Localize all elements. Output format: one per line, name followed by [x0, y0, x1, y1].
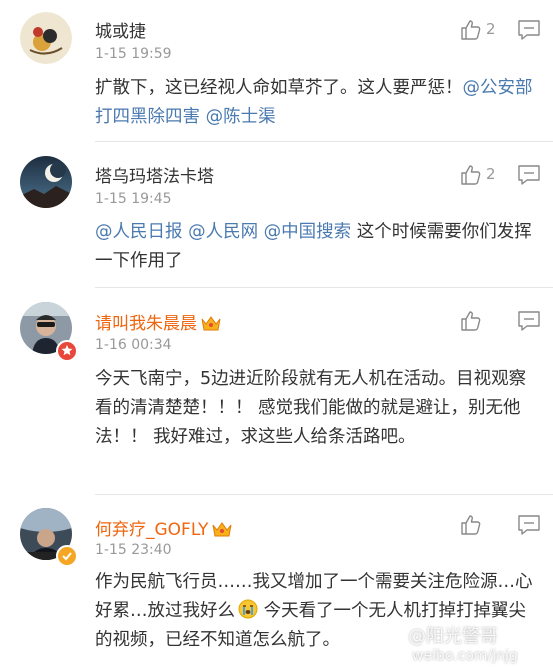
comment-time: 1-16 00:34 — [95, 337, 172, 353]
comment-time: 1-15 19:45 — [95, 191, 172, 207]
comment-time: 1-15 23:40 — [95, 542, 172, 558]
like-icon[interactable] — [459, 163, 483, 187]
like-icon[interactable] — [459, 18, 483, 42]
mention-link[interactable]: @陈士渠 — [206, 107, 276, 127]
avatar[interactable] — [20, 12, 72, 64]
watermark-url: weibo.com/jnjg — [412, 648, 518, 664]
comment-item: 塔乌玛塔法卡塔 1-15 19:45 2 @人民日报 @人民网 @中国搜索 这个… — [0, 142, 553, 287]
vip-crown-icon — [201, 316, 221, 331]
mention-link[interactable]: @人民网 — [188, 222, 258, 242]
verified-badge-icon — [56, 340, 78, 362]
reply-icon[interactable] — [517, 19, 541, 41]
vip-crown-icon — [212, 522, 232, 537]
like-icon[interactable] — [459, 309, 483, 333]
mention-link[interactable]: @中国搜索 — [264, 222, 352, 242]
mention-link[interactable]: @人民日报 — [95, 222, 183, 242]
reply-icon[interactable] — [517, 514, 541, 536]
commenter-name[interactable]: 城或捷 — [95, 17, 146, 42]
comment-text: @人民日报 @人民网 @中国搜索 这个时候需要你们发挥一下作用了 — [95, 222, 532, 271]
like-count: 2 — [486, 20, 496, 38]
like-count: 2 — [486, 165, 496, 183]
commenter-name[interactable]: 塔乌玛塔法卡塔 — [95, 162, 214, 187]
reply-icon[interactable] — [517, 164, 541, 186]
watermark: @阳光警哥 — [408, 626, 498, 647]
commenter-name[interactable]: 请叫我朱晨晨 — [95, 309, 221, 334]
reply-icon[interactable] — [517, 310, 541, 332]
commenter-name[interactable]: 何弃疗_GOFLY — [95, 515, 232, 540]
verified-badge-icon — [56, 545, 78, 567]
comment-text: 扩散下，这已经视人命如草芥了。这人要严惩！@公安部打四黑除四害 @陈士渠 — [95, 78, 533, 127]
comment-item: 城或捷 1-15 19:59 2 扩散下，这已经视人命如草芥了。这人要严惩！@公… — [0, 0, 553, 158]
like-icon[interactable] — [459, 513, 483, 537]
avatar[interactable] — [20, 156, 72, 208]
comment-time: 1-15 19:59 — [95, 46, 172, 62]
comment-item: 请叫我朱晨晨 1-16 00:34 今天飞南宁，5边进近阶段就有无人机在活动。目… — [0, 288, 553, 493]
crying-emoji-icon — [238, 599, 258, 619]
comment-text: 今天飞南宁，5边进近阶段就有无人机在活动。目视观察看的清清楚楚！！！ 感觉我们能… — [95, 369, 527, 447]
